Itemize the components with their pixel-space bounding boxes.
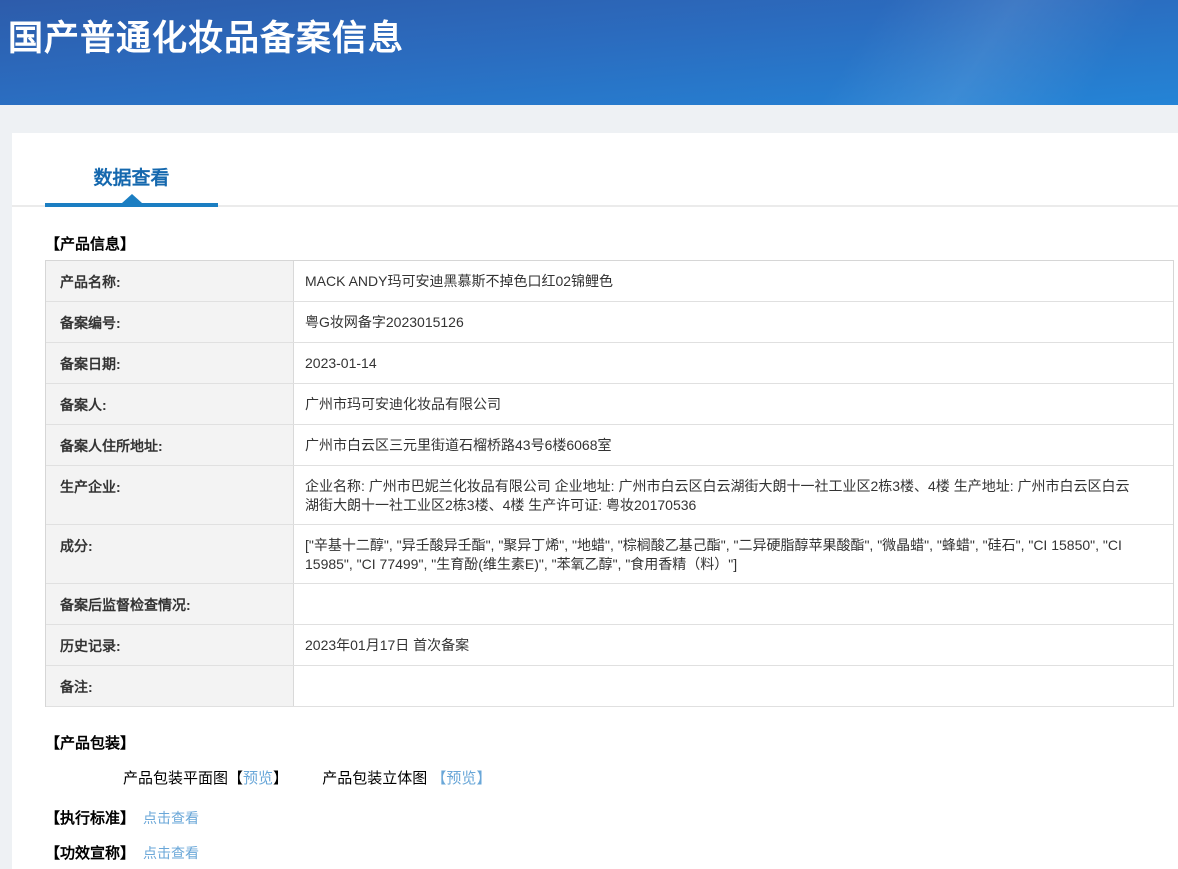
table-row: 备案人住所地址: 广州市白云区三元里街道石榴桥路43号6楼6068室 xyxy=(46,425,1173,466)
bracket-close: 】 xyxy=(476,770,491,787)
packaging-flat-item: 产品包装平面图【预览】 xyxy=(123,770,288,787)
row-label: 备案编号: xyxy=(46,302,294,342)
row-label: 备注: xyxy=(46,666,294,706)
tab-bar: 数据查看 xyxy=(12,133,1178,207)
preview-link-flat[interactable]: 预览 xyxy=(243,770,273,787)
section-product-info-heading: 【产品信息】 xyxy=(45,233,1178,254)
bracket-open: 【 xyxy=(228,770,243,787)
page-title: 国产普通化妆品备案信息 xyxy=(8,10,404,61)
tab-data-view[interactable]: 数据查看 xyxy=(45,163,218,207)
packaging-previews-row: 产品包装平面图【预览】 产品包装立体图 【预览】 xyxy=(123,767,1178,788)
efficacy-claim-row: 【功效宣称】点击查看 xyxy=(45,842,1178,863)
row-label: 备案人: xyxy=(46,384,294,424)
row-value: 2023年01月17日 首次备案 xyxy=(294,625,1173,665)
preview-link-stereo[interactable]: 预览 xyxy=(446,770,476,787)
table-row: 备案后监督检查情况: xyxy=(46,584,1173,625)
row-label: 备案人住所地址: xyxy=(46,425,294,465)
content-card: 数据查看 【产品信息】 产品名称: MACK ANDY玛可安迪黑慕斯不掉色口红0… xyxy=(12,133,1178,869)
row-label: 历史记录: xyxy=(46,625,294,665)
row-label: 备案日期: xyxy=(46,343,294,383)
section-packaging-heading: 【产品包装】 xyxy=(45,732,1178,753)
product-info-table: 产品名称: MACK ANDY玛可安迪黑慕斯不掉色口红02锦鲤色 备案编号: 粤… xyxy=(45,260,1174,707)
table-row: 成分: ["辛基十二醇", "异壬酸异壬酯", "聚异丁烯", "地蜡", "棕… xyxy=(46,525,1173,584)
row-value: MACK ANDY玛可安迪黑慕斯不掉色口红02锦鲤色 xyxy=(294,261,1173,301)
view-efficacy-link[interactable]: 点击查看 xyxy=(143,845,199,861)
table-row: 备注: xyxy=(46,666,1173,707)
table-row: 备案编号: 粤G妆网备字2023015126 xyxy=(46,302,1173,343)
bracket-open: 【 xyxy=(431,770,446,787)
row-value: 企业名称: 广州市巴妮兰化妆品有限公司 企业地址: 广州市白云区白云湖街大朗十一… xyxy=(294,466,1173,524)
row-label: 成分: xyxy=(46,525,294,583)
row-label: 生产企业: xyxy=(46,466,294,524)
header-gradient-highlight xyxy=(592,0,1178,105)
row-value xyxy=(294,666,1173,706)
view-standard-link[interactable]: 点击查看 xyxy=(143,810,199,826)
packaging-flat-label: 产品包装平面图 xyxy=(123,770,228,787)
row-label: 备案后监督检查情况: xyxy=(46,584,294,624)
row-value: 广州市白云区三元里街道石榴桥路43号6楼6068室 xyxy=(294,425,1173,465)
table-row: 备案人: 广州市玛可安迪化妆品有限公司 xyxy=(46,384,1173,425)
table-row: 历史记录: 2023年01月17日 首次备案 xyxy=(46,625,1173,666)
active-tab-arrow-icon xyxy=(122,194,142,203)
row-value: ["辛基十二醇", "异壬酸异壬酯", "聚异丁烯", "地蜡", "棕榈酸乙基… xyxy=(294,525,1173,583)
row-value: 广州市玛可安迪化妆品有限公司 xyxy=(294,384,1173,424)
row-value xyxy=(294,584,1173,624)
execution-standard-row: 【执行标准】点击查看 xyxy=(45,807,1178,828)
execution-standard-label: 【执行标准】 xyxy=(45,810,135,827)
row-value: 2023-01-14 xyxy=(294,343,1173,383)
bracket-close: 】 xyxy=(273,770,288,787)
table-row: 备案日期: 2023-01-14 xyxy=(46,343,1173,384)
packaging-stereo-item: 产品包装立体图 【预览】 xyxy=(322,770,491,787)
efficacy-claim-label: 【功效宣称】 xyxy=(45,845,135,862)
page-header: 国产普通化妆品备案信息 xyxy=(0,0,1178,105)
row-label: 产品名称: xyxy=(46,261,294,301)
table-row: 产品名称: MACK ANDY玛可安迪黑慕斯不掉色口红02锦鲤色 xyxy=(46,261,1173,302)
packaging-stereo-label: 产品包装立体图 xyxy=(322,770,431,787)
tab-data-view-label: 数据查看 xyxy=(93,168,169,189)
table-row: 生产企业: 企业名称: 广州市巴妮兰化妆品有限公司 企业地址: 广州市白云区白云… xyxy=(46,466,1173,525)
row-value: 粤G妆网备字2023015126 xyxy=(294,302,1173,342)
